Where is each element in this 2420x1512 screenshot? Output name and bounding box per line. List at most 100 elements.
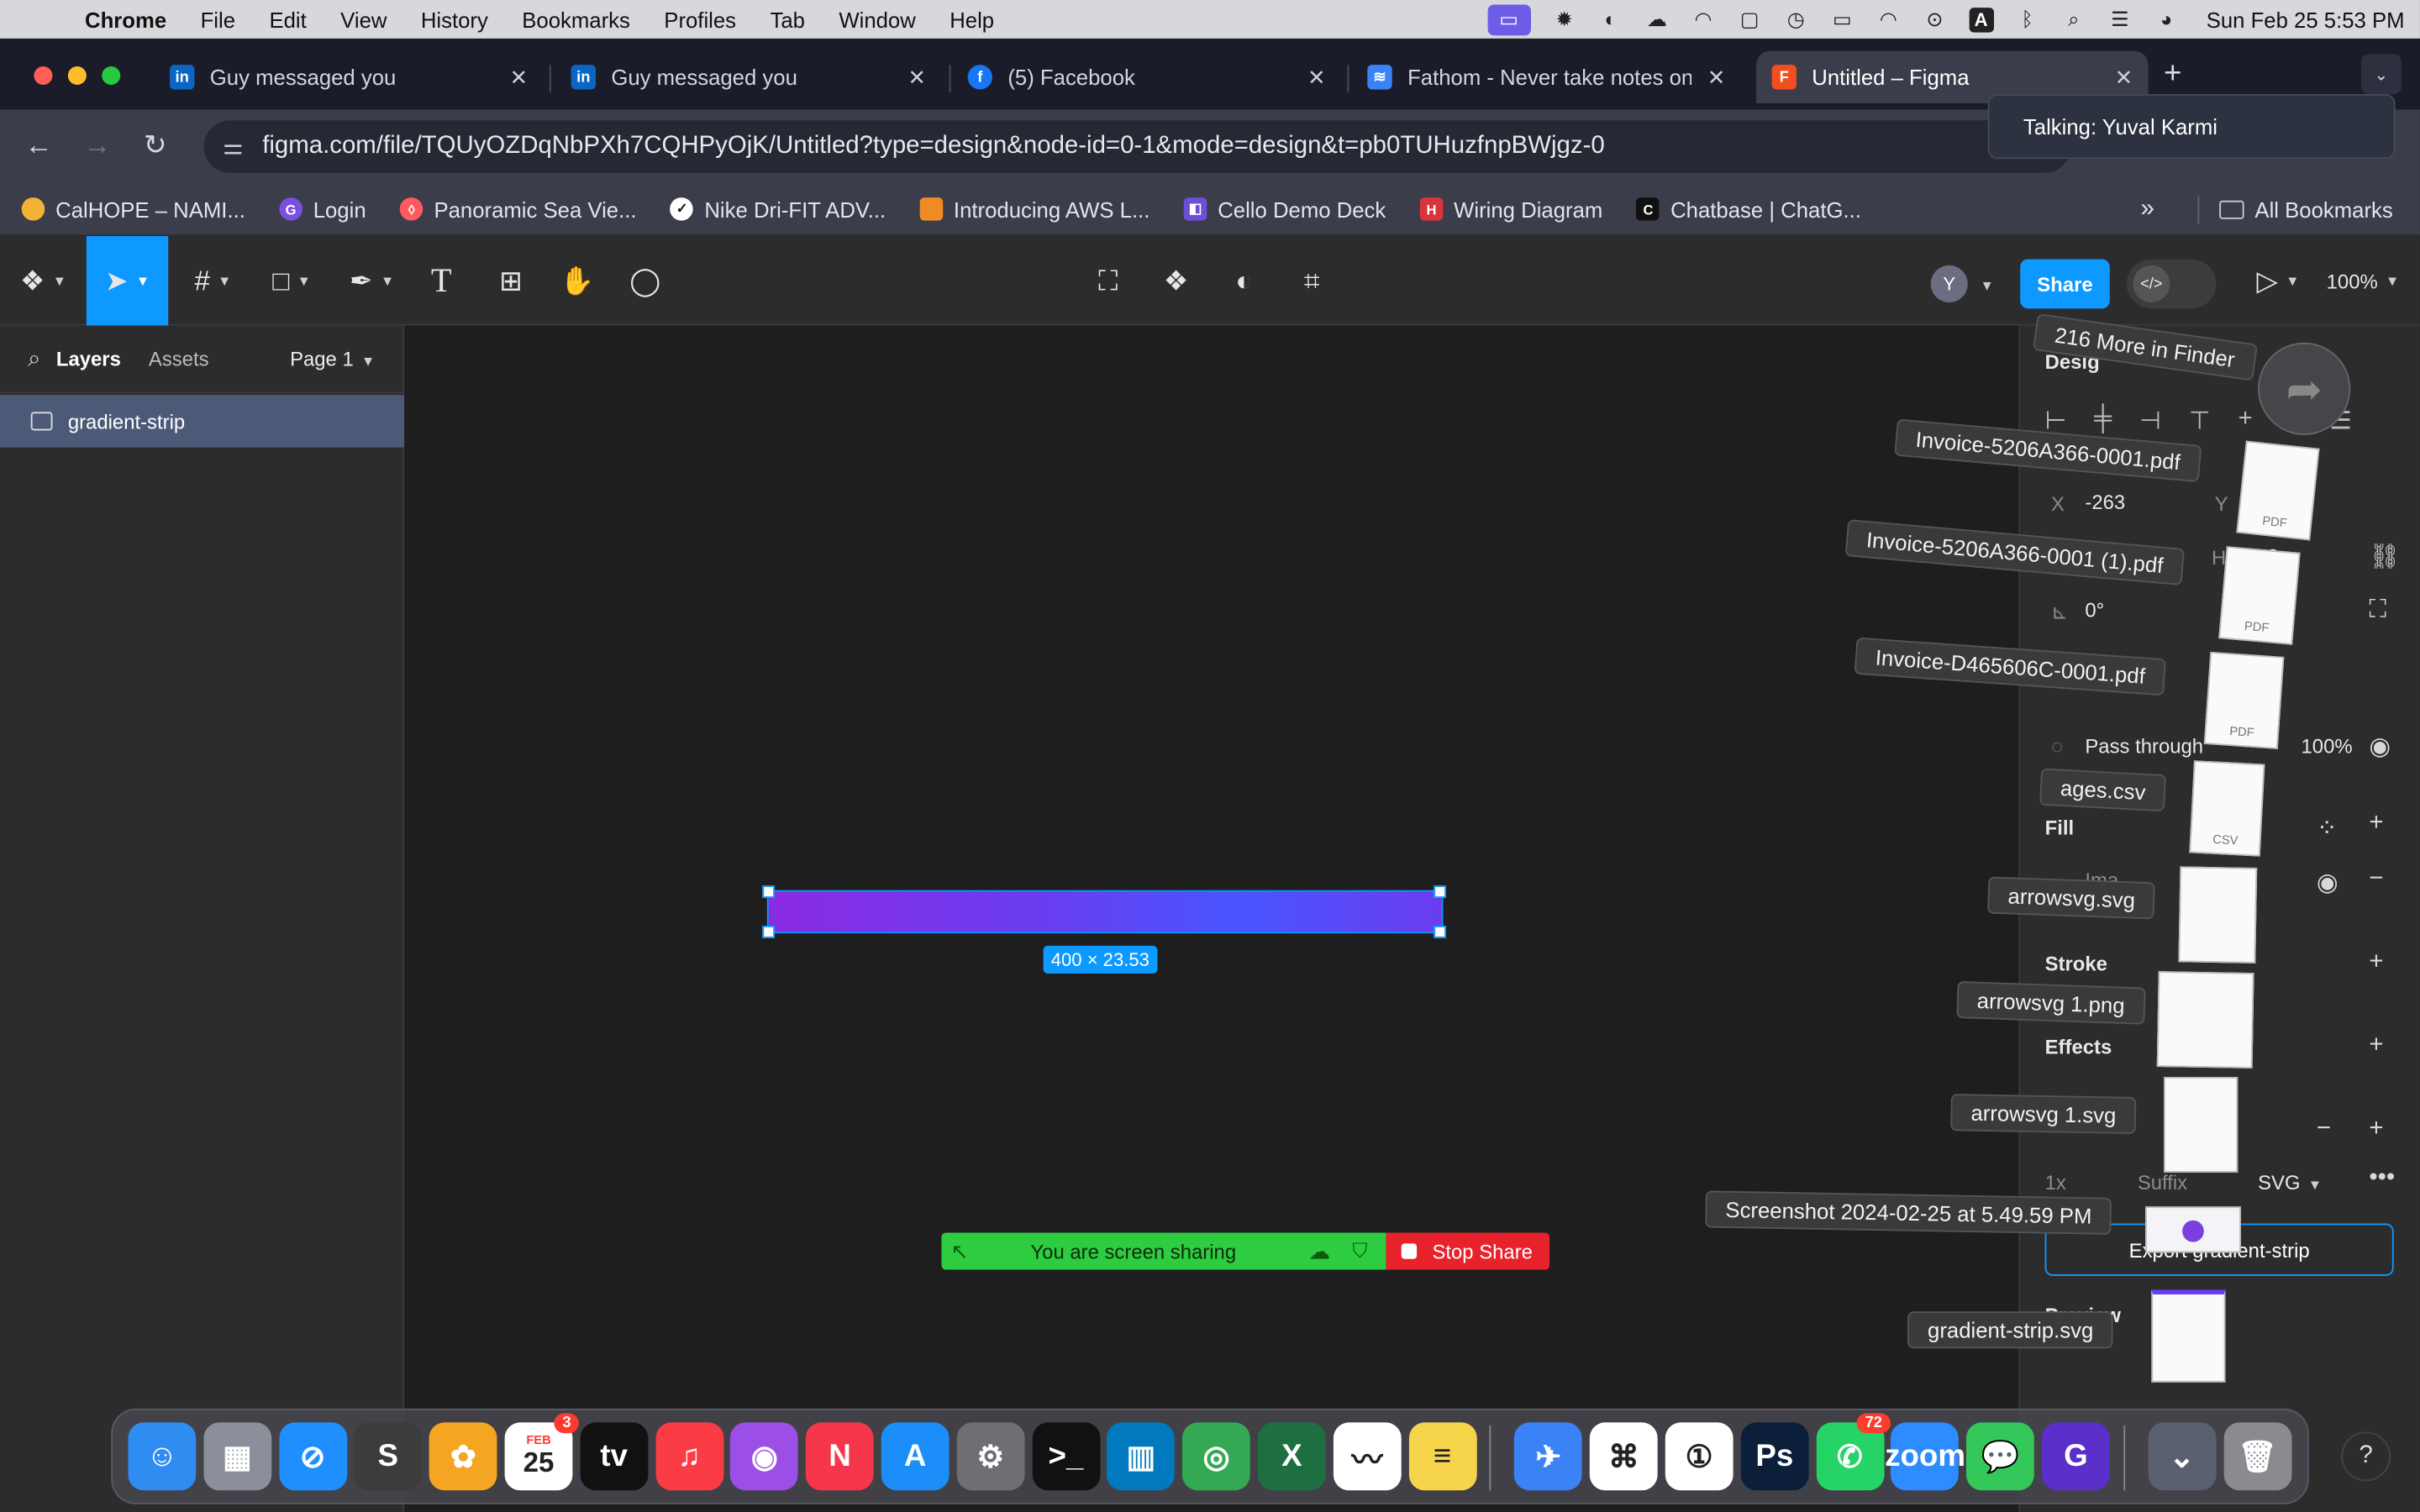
hand-tool-button[interactable]: ✋ — [555, 236, 598, 326]
tab-close-icon[interactable]: ✕ — [510, 64, 529, 90]
dock-app-terminal[interactable]: >_ — [1032, 1422, 1100, 1491]
bookmark-item[interactable]: ◊ Panoramic Sea Vie... — [400, 197, 637, 222]
dock-app-mimestream[interactable]: ✈ — [1514, 1422, 1583, 1491]
text-tool-button[interactable]: T — [420, 236, 463, 326]
gradient-strip-shape[interactable] — [766, 890, 1444, 934]
window-minimize-button[interactable] — [67, 66, 87, 86]
figma-main-menu-button[interactable]: ❖ ▼ — [13, 236, 74, 326]
tab-close-icon[interactable]: ✕ — [2115, 64, 2133, 90]
battery-icon[interactable]: ▭ — [1830, 7, 1854, 31]
screen-share-status-icon[interactable]: ▭ — [1486, 3, 1531, 35]
layer-row-selected[interactable]: gradient-strip — [0, 395, 405, 448]
brightness-icon[interactable]: ✹ — [1552, 7, 1576, 31]
new-tab-icon[interactable]: + — [2164, 57, 2181, 92]
frame-tool-button[interactable]: # ▼ — [181, 236, 245, 326]
comment-tool-button[interactable]: ◯ — [623, 236, 666, 326]
menu-bar-clock[interactable]: Sun Feb 25 5:53 PM — [2207, 7, 2405, 31]
dock-app-vs-code[interactable]: ⌘ — [1590, 1422, 1658, 1491]
dock-app-photos[interactable]: ✿ — [429, 1422, 497, 1491]
dock-app-finder[interactable]: ☺ — [128, 1422, 197, 1491]
siri-icon[interactable]: ◕ — [2154, 7, 2178, 31]
resources-tool-button[interactable]: ⊞ — [489, 236, 532, 326]
crop-button[interactable]: ⌗ — [1290, 236, 1333, 326]
stop-share-button[interactable]: Stop Share — [1386, 1232, 1550, 1270]
add-export-icon[interactable]: + — [2369, 1116, 2383, 1143]
bookmark-item[interactable]: Introducing AWS L... — [919, 197, 1150, 222]
page-selector[interactable]: Page 1 ▼ — [290, 347, 375, 370]
bookmark-item[interactable]: C Chatbase | ChatG... — [1636, 197, 1861, 222]
menu-app-name[interactable]: Chrome — [68, 7, 184, 31]
shape-tool-button[interactable]: □ ▼ — [260, 236, 324, 326]
remove-fill-icon[interactable]: − — [2369, 865, 2383, 893]
add-effect-icon[interactable]: + — [2369, 1032, 2383, 1060]
gauge-icon[interactable]: ◠ — [1691, 7, 1715, 31]
dock-app-safari[interactable]: ⊘ — [278, 1422, 347, 1491]
constrain-proportions-icon[interactable]: ⛓ — [2369, 542, 2400, 573]
rotation-input[interactable]: 0° — [2085, 599, 2104, 622]
eye-icon[interactable]: ◉ — [2369, 732, 2391, 763]
all-bookmarks-button[interactable]: All Bookmarks — [2219, 197, 2393, 222]
menu-bookmarks[interactable]: Bookmarks — [505, 7, 647, 31]
browser-tab[interactable]: in Guy messaged you ✕ — [155, 51, 544, 103]
dock-app-tv[interactable]: tv — [580, 1422, 649, 1491]
address-url[interactable]: figma.com/file/TQUyOZDqNbPXh7CQHPyOjK/Un… — [262, 133, 1604, 160]
expand-icon[interactable]: ⛶ — [2369, 597, 2386, 625]
help-button[interactable]: ? — [2341, 1431, 2391, 1482]
export-suffix[interactable]: Suffix — [2138, 1171, 2187, 1194]
tab-search-icon[interactable]: ⌄ — [2361, 54, 2402, 95]
align-right-icon[interactable]: ⊣ — [2139, 406, 2161, 437]
app-status-icon[interactable]: ▢ — [1737, 7, 1761, 31]
align-top-icon[interactable]: ⊤ — [2189, 406, 2211, 437]
remove-export-icon[interactable]: − — [2317, 1116, 2331, 1143]
resize-handle[interactable] — [1434, 926, 1446, 938]
menu-tab[interactable]: Tab — [753, 7, 822, 31]
avatar[interactable]: Y — [1930, 265, 1968, 302]
dock-app-1password[interactable]: ① — [1665, 1422, 1733, 1491]
bookmark-item[interactable]: ✓ Nike Dri-FIT ADV... — [670, 197, 886, 222]
timer-icon[interactable]: ⊙ — [1923, 7, 1947, 31]
control-center-icon[interactable]: ☰ — [2107, 7, 2132, 31]
dev-mode-toggle[interactable]: </> — [2126, 259, 2217, 309]
tab-close-icon[interactable]: ✕ — [908, 64, 926, 90]
dock-app-music[interactable]: ♫ — [655, 1422, 723, 1491]
site-info-icon[interactable]: ⚌ — [203, 133, 262, 160]
back-arrow-icon[interactable]: ← — [24, 129, 52, 162]
dock-app-podcasts[interactable]: ◉ — [730, 1422, 799, 1491]
zoom-menu[interactable]: 100% ▼ — [2321, 236, 2404, 326]
dock-app-zoom[interactable]: zoom — [1885, 1422, 1965, 1491]
dock-app-trello[interactable]: ▥ — [1107, 1422, 1176, 1491]
clock-status-icon[interactable]: ◷ — [1783, 7, 1807, 31]
align-middle-icon[interactable]: + — [2238, 406, 2253, 437]
chevron-down-icon[interactable]: ▼ — [1980, 278, 1993, 293]
frame-selection-button[interactable]: ⛶ — [1086, 236, 1129, 326]
tab-assets[interactable]: Assets — [149, 347, 209, 370]
dock-app-whatsapp[interactable]: ✆ 72 — [1816, 1413, 1891, 1491]
dock-app-trash[interactable]: 🗑 — [2223, 1422, 2291, 1491]
bookmark-item[interactable]: CalHOPE – NAMI... — [21, 197, 245, 222]
menu-window[interactable]: Window — [822, 7, 933, 31]
weather-icon[interactable]: ☁ — [1644, 7, 1669, 31]
share-button[interactable]: Share — [2020, 259, 2110, 309]
address-bar[interactable]: ⚌ figma.com/file/TQUyOZDqNbPXh7CQHPyOjK/… — [203, 120, 2071, 173]
window-close-button[interactable] — [34, 66, 53, 86]
dock-app-chrome[interactable]: ◎ — [1182, 1422, 1251, 1491]
spotlight-search-icon[interactable]: ⌕ — [2061, 7, 2086, 31]
tab-close-icon[interactable]: ✕ — [1707, 64, 1726, 90]
resize-handle[interactable] — [762, 885, 776, 898]
add-stroke-icon[interactable]: + — [2369, 949, 2383, 977]
x-input[interactable]: -263 — [2085, 491, 2125, 514]
resize-handle[interactable] — [1434, 885, 1446, 898]
move-tool-button[interactable]: ➤ ▼ — [86, 236, 169, 326]
menu-file[interactable]: File — [183, 7, 252, 31]
dock-app-launchpad[interactable]: ▦ — [203, 1422, 271, 1491]
dock-app-excel[interactable]: X — [1257, 1422, 1326, 1491]
add-fill-icon[interactable]: + — [2369, 810, 2383, 837]
eye-icon[interactable]: ◉ — [2317, 867, 2338, 898]
export-scale[interactable]: 1x — [2045, 1171, 2066, 1194]
forward-arrow-icon[interactable]: → — [83, 129, 111, 162]
bookmark-item[interactable]: G Login — [279, 197, 366, 222]
align-center-icon[interactable]: ╪ — [2094, 406, 2112, 437]
bookmark-item[interactable]: H Wiring Diagram — [1419, 197, 1602, 222]
dock-app-system-settings[interactable]: ⚙ — [956, 1422, 1025, 1491]
mask-button[interactable]: ◐ — [1223, 236, 1265, 326]
